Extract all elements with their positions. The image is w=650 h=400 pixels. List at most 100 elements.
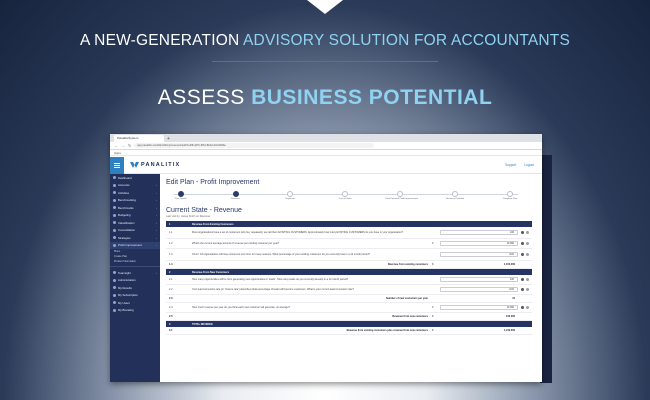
info-icon[interactable] [521,278,524,281]
sidebar-item-administration[interactable]: Administration [110,277,160,285]
sidebar-item-budgeting[interactable]: Budgeting › [110,212,160,220]
sidebar-item-accounts[interactable]: Accounts › [110,182,160,190]
value-input[interactable]: 100 [440,230,518,235]
sidebar-item-label: Teamsight [118,270,131,275]
total-label: Revenue from existing customers plus rev… [346,329,428,332]
step-circle [507,191,514,197]
sidebar-subitem-product-information[interactable]: Product Information [110,259,160,264]
value-input[interactable]: 10,000 [440,241,518,246]
value-input[interactable]: 100 [440,277,518,282]
section-heading: TOTAL REVENUE [192,322,213,326]
help-icon[interactable] [526,306,529,309]
chevron-down-icon: › [156,190,157,195]
progress-stepper: Plan Details Revenue Expenses Cost of Sa… [166,191,532,205]
sidebar-item-label: Classification [118,220,135,225]
info-icon[interactable] [521,306,524,309]
browser-tab[interactable]: PanalitixSystem [114,135,164,142]
step-plan-details[interactable]: Plan Details [166,191,196,200]
sidebar-item-benchmarks[interactable]: Benchmarks › [110,204,160,212]
url-field[interactable]: app.panalitix.com/#/profitimprovement/ed… [134,143,375,148]
row-question: Most organisations have a set of custome… [192,231,404,234]
total-label: Revenue from new customers [392,315,428,318]
subscription-icon [113,293,116,297]
step-revenue[interactable]: Revenue [221,191,251,200]
new-tab-button[interactable]: + [167,136,170,142]
sidebar-item-my-branding[interactable]: My Branding [110,307,160,315]
sidebar-item-my-subscription[interactable]: My Subscription [110,292,160,300]
info-icon[interactable] [521,288,524,291]
chevron-down-icon: › [156,205,157,210]
sidebar-divider [110,266,160,267]
sidebar-item-teamsight[interactable]: Teamsight › [110,269,160,277]
step-total-potential[interactable]: Total Potential Profit Improvement [385,191,418,200]
help-icon[interactable] [526,242,529,245]
chevron-down-icon: › [156,235,157,240]
sidebar-item-label: Benchmarks [118,205,134,210]
sidebar-item-activities[interactable]: Activities › [110,189,160,197]
value-input[interactable]: 10% [440,287,518,292]
benchmarking-icon [113,198,116,202]
sidebar-item-consolidation[interactable]: Consolidation › [110,227,160,235]
branding-icon [113,308,116,312]
row-currency: $ [432,263,434,266]
step-circle [397,191,404,197]
total-value: 100,000 [505,315,515,318]
info-icon[interactable] [521,231,524,234]
browser-tabbar: PanalitixSystem + [110,134,542,142]
table-row: 2.1 How many opportunities will be from … [166,275,532,285]
value-input[interactable]: 10% [440,252,518,257]
back-icon[interactable]: ← [114,143,118,148]
sidebar-item-label: My Users [118,300,130,305]
table-row: 1.3 Churn: All organisations will lose c… [166,249,532,261]
menu-toggle-button[interactable] [110,156,124,174]
sidebar-item-label: Benchmarking [118,198,136,203]
benchmarks-icon [113,206,116,210]
step-circle [287,191,294,197]
row-number: 1.3 [169,253,173,256]
row-number: 2.5 [169,315,173,318]
row-question: Churn: All organisations will lose custo… [192,253,370,256]
info-icon[interactable] [521,242,524,245]
table-row: 1.2 What's the current average amount of… [166,239,532,249]
step-business-potential[interactable]: Business Potential [440,191,470,200]
row-currency: $ [432,315,434,318]
value-input[interactable]: 10,000 [440,305,518,310]
sidebar-item-label: Administration [118,278,136,283]
classification-icon [113,221,116,225]
dashboard-icon [113,176,116,180]
logout-link[interactable]: Logout [524,163,534,167]
total-value: 10 [512,297,515,300]
sidebar-item-classification[interactable]: Classification › [110,219,160,227]
help-icon[interactable] [526,278,529,281]
reload-icon[interactable]: ↻ [128,143,131,148]
total-value: 1,210,000 [503,329,515,332]
bookmarks-bar[interactable]: Apps [110,150,542,156]
sidebar-item-dashboard[interactable]: Dashboard [110,174,160,182]
accounts-icon [113,183,116,187]
sidebar-item-benchmarking[interactable]: Benchmarking › [110,197,160,205]
help-icon[interactable] [526,231,529,234]
sidebar-item-profit-improvement[interactable]: Profit Improvement › [110,241,160,249]
sidebar-item-my-users[interactable]: My Users [110,299,160,307]
table-total-row: 3.1 Revenue from existing customers plus… [166,327,532,335]
tagline: A NEW-GENERATION ADVISORY SOLUTION FOR A… [0,32,650,50]
sidebar-item-my-results[interactable]: My Results [110,284,160,292]
tagline-part2: ADVISORY SOLUTION FOR ACCOUNTANTS [243,32,570,49]
support-link[interactable]: Support [505,163,516,167]
app: PANALITIX Support Logout Dashboard Accou… [110,156,542,382]
chevron-down-icon: › [156,228,157,233]
address-bar: ← → ↻ app.panalitix.com/#/profitimprovem… [110,142,542,150]
step-expenses[interactable]: Expenses [275,191,305,200]
section-subtitle: Last visit by: Janea Smith on Revenue [166,215,211,218]
help-icon[interactable] [526,253,529,256]
sidebar-item-strategies[interactable]: Strategies › [110,234,160,242]
forward-icon[interactable]: → [121,143,125,148]
sidebar-item-label: Budgeting [118,213,131,218]
step-cost-of-sales[interactable]: Cost of Sales [330,191,360,200]
chevron-down-icon: › [156,198,157,203]
help-icon[interactable] [526,288,529,291]
info-icon[interactable] [521,253,524,256]
tagline-part1: A NEW-GENERATION [79,32,244,49]
table-row: 2.4 How much revenue per year do you thi… [166,303,532,313]
step-complete-plan[interactable]: Complete Plan [495,191,525,200]
